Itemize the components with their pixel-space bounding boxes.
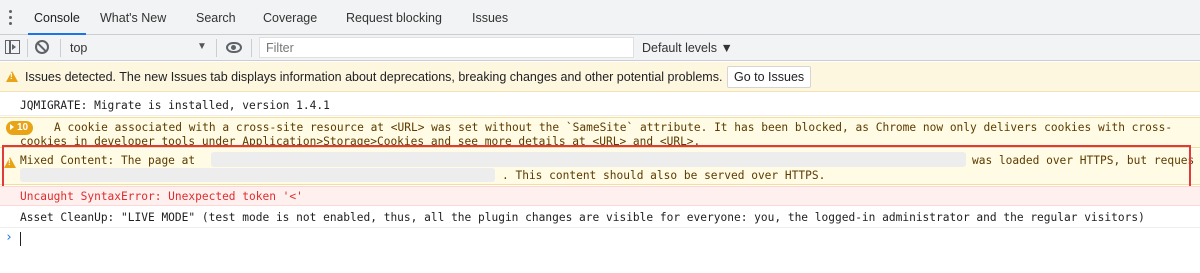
context-dropdown-arrow-icon[interactable]: ▼ [197, 41, 207, 52]
tab-issues[interactable]: Issues [472, 0, 508, 35]
tab-search[interactable]: Search [196, 0, 236, 35]
go-to-issues-button[interactable]: Go to Issues [727, 66, 812, 88]
tab-request-blocking[interactable]: Request blocking [346, 0, 442, 35]
highlight-annotation [2, 145, 1191, 189]
tab-coverage[interactable]: Coverage [263, 0, 317, 35]
prompt-chevron-icon: › [5, 230, 13, 245]
issues-banner-text: Issues detected. The new Issues tab disp… [25, 70, 723, 84]
log-levels-dropdown[interactable]: Default levels ▼ [642, 35, 733, 61]
error-text: Uncaught SyntaxError: Unexpected token '… [20, 190, 303, 203]
filter-input[interactable] [259, 37, 634, 58]
toolbar-divider [251, 39, 252, 57]
message-text: A cookie associated with a cross-site re… [54, 121, 1173, 134]
toolbar-divider [27, 39, 28, 57]
drawer-tab-bar: Console What's New Search Coverage Reque… [0, 0, 1200, 35]
console-toolbar: top ▼ Default levels ▼ [0, 35, 1200, 61]
expand-triangle-icon [10, 124, 14, 130]
console-message: Asset CleanUp: "LIVE MODE" (test mode is… [0, 207, 1200, 228]
live-expression-eye-icon[interactable] [226, 42, 242, 53]
warning-icon [6, 71, 18, 82]
repeat-count-badge[interactable]: 10 [6, 121, 34, 135]
tab-console[interactable]: Console [28, 0, 86, 35]
message-text: Asset CleanUp: "LIVE MODE" (test mode is… [20, 211, 1145, 224]
console-error: Uncaught SyntaxError: Unexpected token '… [0, 186, 1200, 206]
more-options-icon[interactable] [7, 10, 13, 26]
context-selector[interactable]: top [70, 35, 87, 61]
message-text: JQMIGRATE: Migrate is installed, version… [20, 99, 330, 112]
issues-banner: Issues detected. The new Issues tab disp… [0, 62, 1200, 92]
show-sidebar-icon[interactable] [5, 40, 20, 54]
toolbar-divider [60, 39, 61, 57]
tab-whats-new[interactable]: What's New [100, 0, 166, 35]
text-caret [20, 232, 21, 246]
console-warning-cookie: 10 A cookie associated with a cross-site… [0, 117, 1200, 148]
toolbar-divider [216, 39, 217, 57]
clear-console-icon[interactable] [35, 40, 49, 54]
console-message: JQMIGRATE: Migrate is installed, version… [0, 96, 1200, 116]
console-prompt[interactable]: › [0, 229, 1200, 249]
